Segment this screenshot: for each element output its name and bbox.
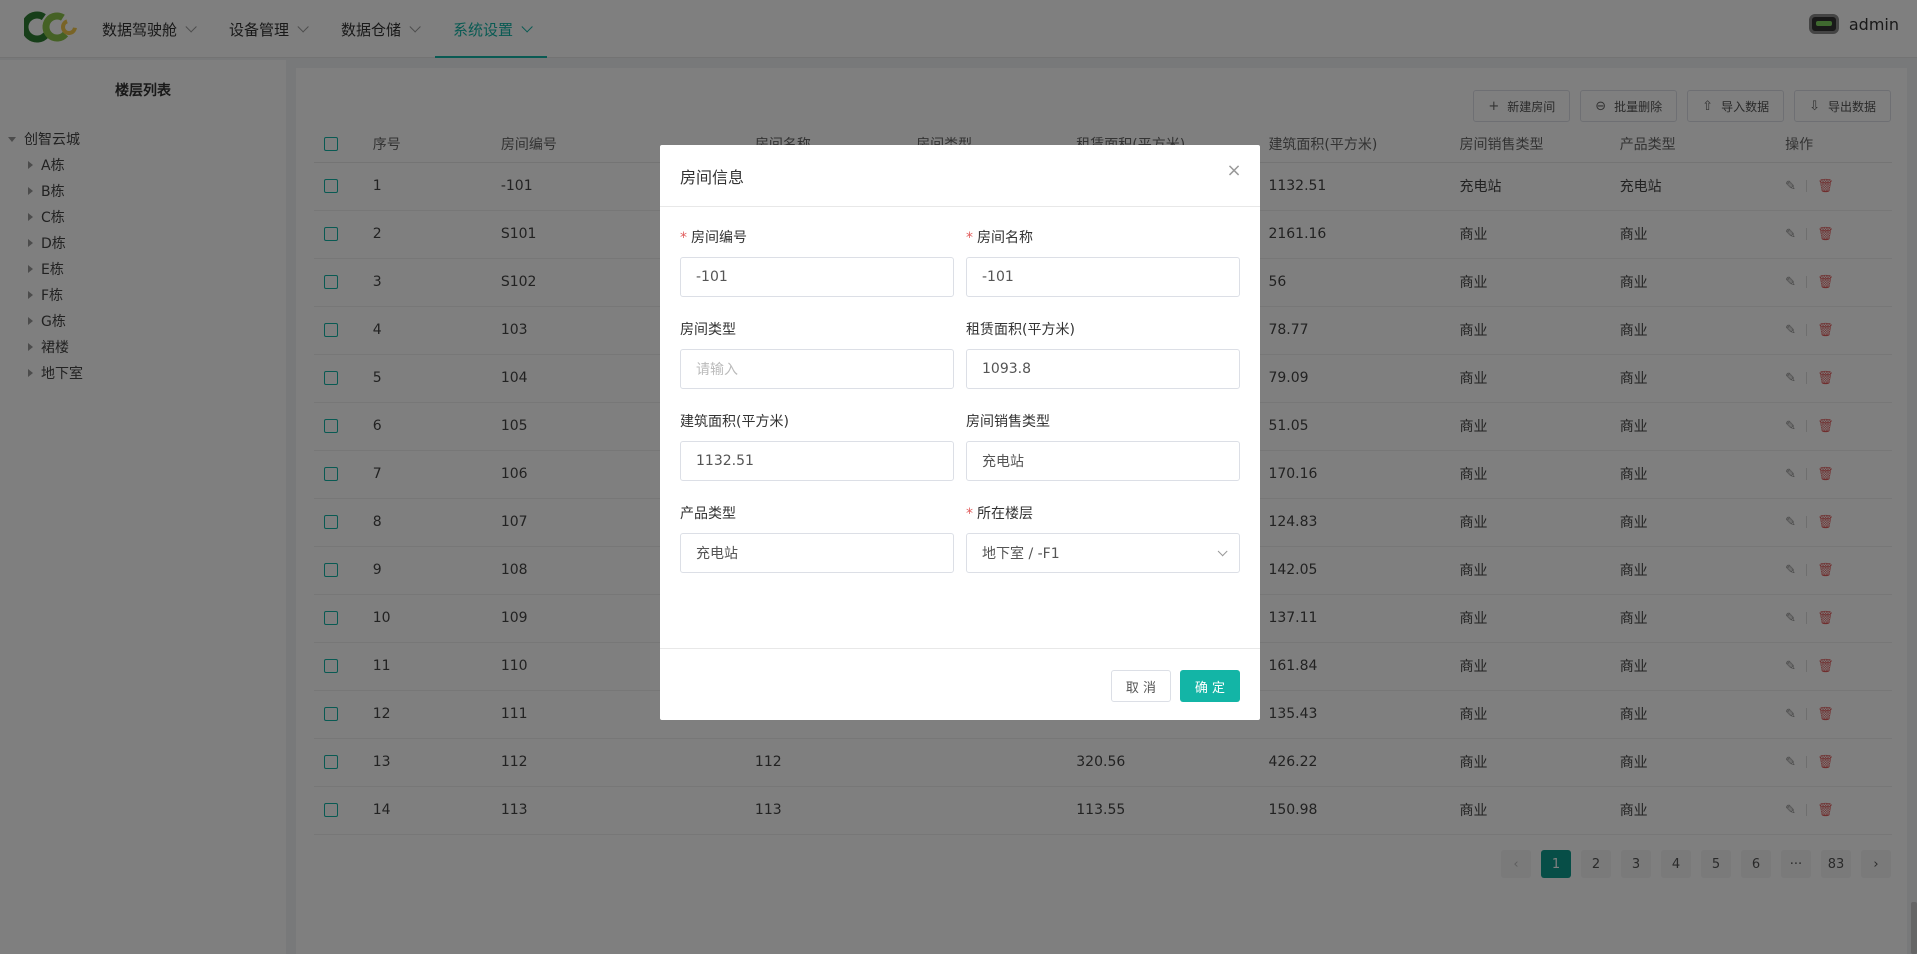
dialog-title: 房间信息	[660, 145, 1260, 207]
sale-type-input[interactable]: 充电站	[966, 441, 1240, 481]
field-label-text: 房间名称	[977, 230, 1033, 246]
floor-select[interactable]: 地下室 / -F1	[966, 533, 1240, 573]
field-label: * 房间编号	[680, 227, 954, 247]
room-no-input[interactable]: -101	[680, 257, 954, 297]
required-mark: *	[680, 230, 687, 246]
dialog-footer: 取 消 确 定	[660, 648, 1260, 720]
cancel-button[interactable]: 取 消	[1111, 670, 1171, 702]
room-form: * 房间编号 -101 * 房间名称 -101 房间类型 请输入 租赁面积(平方米)…	[680, 227, 1240, 595]
field-label: 租赁面积(平方米)	[966, 322, 1075, 338]
field-label-text: 房间编号	[691, 230, 747, 246]
confirm-button[interactable]: 确 定	[1180, 670, 1240, 702]
select-value: 地下室 / -F1	[982, 546, 1060, 562]
required-mark: *	[966, 230, 973, 246]
field-label: 建筑面积(平方米)	[680, 414, 789, 430]
chevron-down-icon	[1217, 545, 1228, 556]
field-label: * 所在楼层	[966, 503, 1240, 523]
room-info-dialog: 房间信息 × * 房间编号 -101 * 房间名称 -101 房间类型 请输入 租赁…	[660, 145, 1260, 720]
scrollbar-thumb[interactable]	[1911, 902, 1917, 954]
room-type-input[interactable]: 请输入	[680, 349, 954, 389]
required-mark: *	[966, 506, 973, 522]
field-label: 房间销售类型	[966, 414, 1050, 430]
field-label: 房间类型	[680, 322, 736, 338]
build-area-input[interactable]: 1132.51	[680, 441, 954, 481]
room-name-input[interactable]: -101	[966, 257, 1240, 297]
close-icon[interactable]: ×	[1226, 162, 1242, 180]
lease-area-input[interactable]: 1093.8	[966, 349, 1240, 389]
product-type-input[interactable]: 充电站	[680, 533, 954, 573]
field-label: * 房间名称	[966, 227, 1240, 247]
field-label-text: 所在楼层	[977, 506, 1033, 522]
field-label: 产品类型	[680, 506, 736, 522]
